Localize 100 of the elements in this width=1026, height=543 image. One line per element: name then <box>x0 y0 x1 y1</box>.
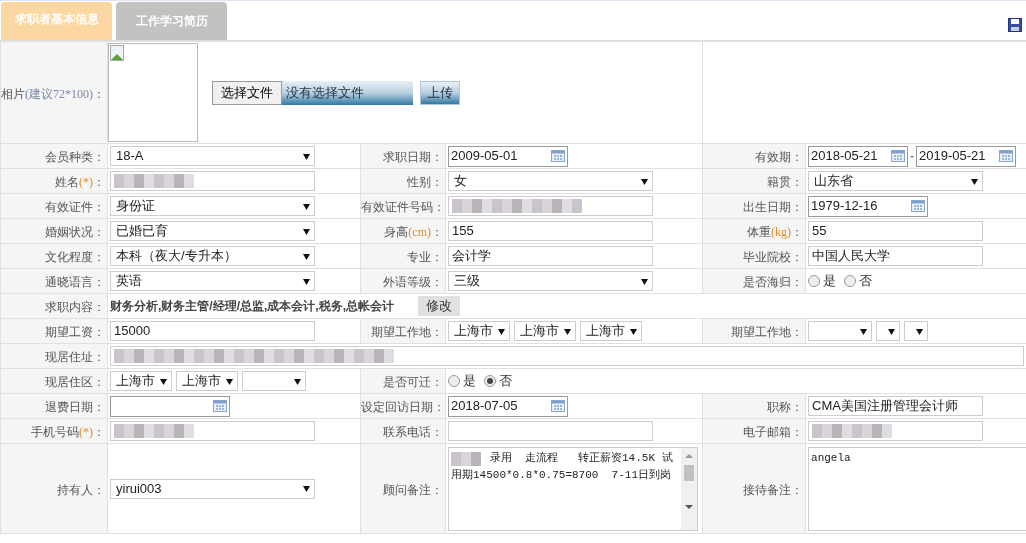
field-label: 身高(cm)： <box>384 225 443 239</box>
text-field[interactable] <box>448 421 653 441</box>
dropdown[interactable]: 山东省 <box>808 171 984 191</box>
field-label: 体重(kg)： <box>747 225 804 239</box>
field-label: 手机号码(*)： <box>31 425 105 439</box>
calendar-icon[interactable] <box>213 400 227 412</box>
field-label: 顾问备注： <box>383 482 443 497</box>
field-label: 通晓语言： <box>45 275 105 289</box>
field-label: 现居住址： <box>45 350 105 364</box>
dropdown[interactable]: 上海市 <box>110 371 172 391</box>
radio-option[interactable]: 是 <box>808 271 837 291</box>
text-field[interactable] <box>110 171 315 191</box>
field-label: 婚姻状况： <box>45 225 105 239</box>
radio-option[interactable]: 否 <box>484 371 512 391</box>
broken-image-icon <box>110 45 126 61</box>
field-label: 持有人： <box>57 482 105 497</box>
dropdown[interactable]: 英语 <box>110 271 315 291</box>
field-label: 期望工作地： <box>731 325 804 339</box>
field-label: 出生日期： <box>743 200 804 214</box>
choose-file-button[interactable]: 选择文件 <box>212 80 282 105</box>
field-label: 求职内容： <box>45 300 105 314</box>
text-field[interactable] <box>110 421 315 441</box>
caret-icon <box>303 485 310 492</box>
caret-icon <box>294 377 301 385</box>
radio-button[interactable] <box>448 375 460 387</box>
date-field[interactable]: 2018-05-21 <box>808 145 909 167</box>
field-label: 期望工资： <box>45 325 105 339</box>
text-field[interactable] <box>808 421 984 441</box>
radio-button[interactable] <box>844 275 857 287</box>
field-label: 现居住区： <box>45 375 105 389</box>
caret-icon <box>630 327 637 335</box>
radio-option[interactable]: 是 <box>448 371 476 391</box>
field-label: 相片(建议72*100)： <box>1 86 105 101</box>
notes-area[interactable]: angela <box>808 446 1026 531</box>
notes-text: 录用 走流程 转正薪资14.5K 试用期14500*0.8*0.75=8700 7-11日到岗 <box>451 451 673 481</box>
dropdown[interactable]: 女 <box>448 171 653 191</box>
dropdown[interactable]: 上海市 <box>580 321 642 341</box>
dropdown[interactable]: 上海市 <box>448 321 510 341</box>
text-field[interactable] <box>448 196 653 216</box>
text-field[interactable]: 155 <box>448 221 653 241</box>
upload-button[interactable]: 上传 <box>420 80 460 105</box>
notes-area[interactable]: 录用 走流程 转正薪资14.5K 试用期14500*0.8*0.75=8700 7-11日到岗 <box>448 446 698 531</box>
field-label: 文化程度： <box>45 250 105 264</box>
date-field[interactable]: 2019-05-21 <box>916 145 1017 167</box>
field-label: 有效期： <box>755 150 804 164</box>
field-label: 有效证件： <box>45 200 105 214</box>
field-label: 籍贯： <box>767 175 804 189</box>
save-icon[interactable] <box>1008 18 1022 32</box>
calendar-icon[interactable] <box>551 150 565 162</box>
dropdown[interactable]: 三级 <box>448 271 653 291</box>
calendar-icon[interactable] <box>911 200 926 212</box>
field-label: 退费日期： <box>45 400 105 414</box>
calendar-icon[interactable] <box>999 150 1014 162</box>
radio-option[interactable]: 否 <box>844 271 873 291</box>
scrollbar[interactable] <box>681 447 697 530</box>
field-label: 设定回访日期： <box>361 400 445 414</box>
notes-text: angela <box>811 451 851 464</box>
date-field[interactable]: 1979-12-16 <box>808 195 929 217</box>
caret-icon <box>641 177 648 185</box>
dropdown[interactable] <box>876 321 901 341</box>
range-separator: - <box>910 148 915 165</box>
dropdown[interactable]: 本科（夜大/专升本） <box>110 246 315 266</box>
date-field[interactable]: 2009-05-01 <box>448 145 568 167</box>
field-label: 是否可迁： <box>383 375 443 389</box>
dropdown[interactable]: 身份证 <box>110 196 315 216</box>
caret-icon <box>916 327 924 335</box>
field-label: 期望工作地： <box>371 325 443 339</box>
caret-icon <box>971 177 979 185</box>
date-field[interactable]: 2018-07-05 <box>448 395 568 417</box>
text-field[interactable]: CMA美国注册管理会计师 <box>808 396 984 416</box>
field-label: 接待备注： <box>743 482 804 497</box>
dropdown[interactable]: yirui003 <box>110 478 315 499</box>
field-label: 外语等级： <box>383 275 443 289</box>
file-status: 没有选择文件 <box>282 80 413 105</box>
caret-icon <box>303 252 310 260</box>
radio-button[interactable] <box>808 275 821 287</box>
dropdown[interactable]: 已婚已育 <box>110 221 315 241</box>
field-label: 毕业院校： <box>743 250 804 264</box>
field-label: 会员种类： <box>45 150 105 164</box>
dropdown[interactable]: 18-A <box>110 146 315 166</box>
dropdown[interactable] <box>904 321 929 341</box>
radio-button[interactable] <box>484 375 496 387</box>
field-label: 性别： <box>407 175 443 189</box>
text-field[interactable]: 中国人民大学 <box>808 246 984 266</box>
text-field[interactable]: 会计学 <box>448 246 653 266</box>
field-label: 有效证件号码： <box>361 200 445 214</box>
calendar-icon[interactable] <box>551 400 565 412</box>
dropdown[interactable]: 上海市 <box>176 371 238 391</box>
date-field[interactable] <box>110 395 230 417</box>
caret-icon <box>303 277 310 285</box>
address-field[interactable] <box>110 346 1025 366</box>
text-field[interactable]: 55 <box>808 221 984 241</box>
edit-button[interactable]: 修改 <box>418 296 460 316</box>
text-field[interactable]: 15000 <box>110 321 315 341</box>
dropdown[interactable]: 上海市 <box>514 321 576 341</box>
field-label: 职称： <box>767 400 804 414</box>
caret-icon <box>160 377 167 385</box>
caret-icon <box>564 327 571 335</box>
field-label: 专业： <box>407 250 443 264</box>
calendar-icon[interactable] <box>891 150 906 162</box>
